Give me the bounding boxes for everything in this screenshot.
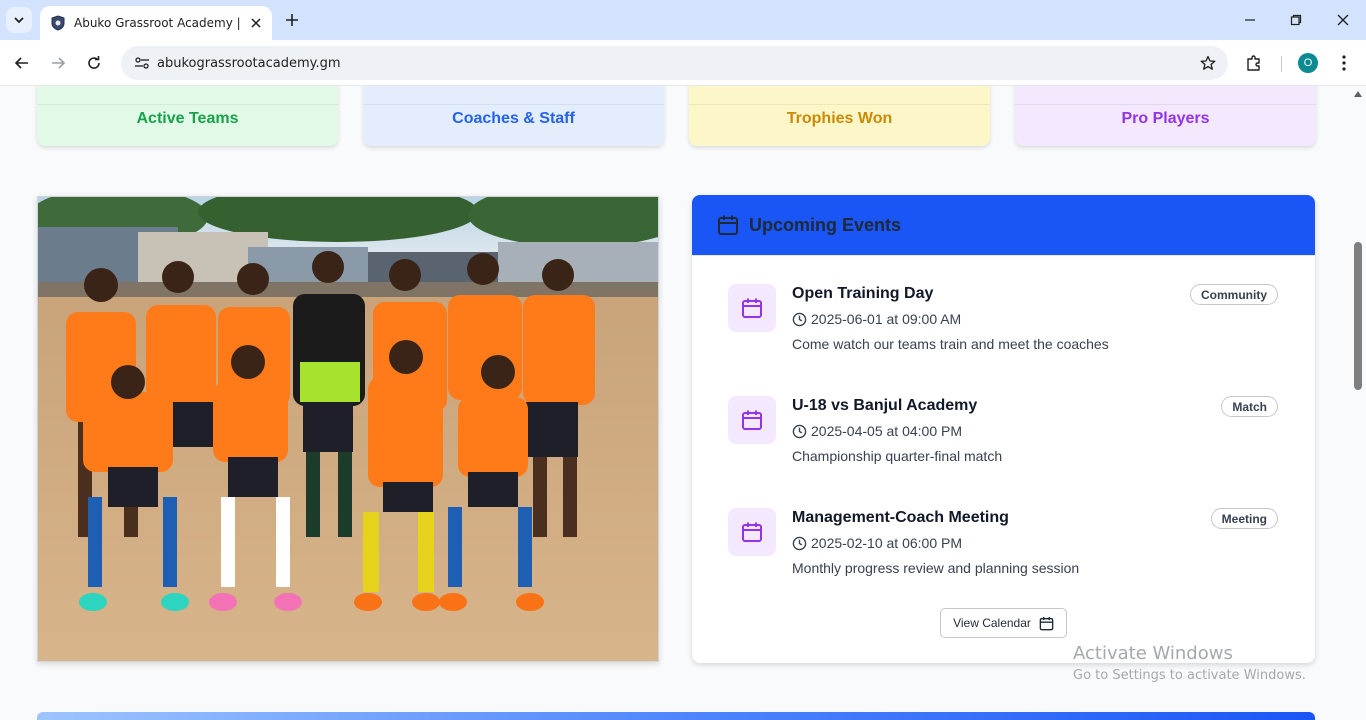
team-photo bbox=[37, 196, 659, 662]
scroll-up-arrow-icon[interactable] bbox=[1353, 89, 1363, 99]
event-calendar-icon bbox=[728, 508, 776, 556]
new-tab-button[interactable] bbox=[282, 10, 302, 30]
upcoming-events-panel: Upcoming Events Open Training Day 2025-0… bbox=[692, 195, 1315, 663]
event-title: Open Training Day bbox=[792, 285, 934, 302]
minimize-button[interactable] bbox=[1238, 8, 1262, 32]
calendar-icon bbox=[1039, 616, 1054, 630]
stat-label: Coaches & Staff bbox=[452, 110, 575, 127]
chevron-down-icon bbox=[14, 17, 24, 24]
event-time-text: 2025-02-10 at 06:00 PM bbox=[811, 535, 962, 551]
browser-toolbar: abukograssrootacademy.gm O bbox=[0, 40, 1366, 86]
extensions-icon[interactable] bbox=[1243, 52, 1265, 74]
clock-icon bbox=[792, 424, 807, 438]
back-button[interactable] bbox=[10, 51, 34, 75]
stat-card-active-teams: Active Teams bbox=[37, 86, 338, 146]
stat-card-pro-players: Pro Players bbox=[1015, 86, 1316, 146]
event-calendar-icon bbox=[728, 284, 776, 332]
stat-card-coaches-staff: Coaches & Staff bbox=[363, 86, 664, 146]
tab-title: Abuko Grassroot Academy | Football bbox=[74, 16, 244, 30]
reload-icon bbox=[88, 56, 100, 69]
tab-list-button[interactable] bbox=[6, 7, 32, 33]
view-calendar-label: View Calendar bbox=[953, 616, 1031, 630]
shield-favicon-icon bbox=[50, 15, 66, 31]
url-text[interactable]: abukograssrootacademy.gm bbox=[157, 56, 341, 71]
bookmark-star-icon[interactable] bbox=[1198, 53, 1218, 73]
stat-label: Active Teams bbox=[136, 110, 239, 127]
address-bar[interactable]: abukograssrootacademy.gm bbox=[121, 46, 1228, 80]
next-section-banner bbox=[37, 712, 1315, 720]
plus-icon bbox=[286, 14, 298, 26]
watermark-subtitle: Go to Settings to activate Windows. bbox=[1073, 668, 1306, 683]
events-title: Upcoming Events bbox=[749, 214, 902, 235]
event-time: 2025-02-10 at 06:00 PM bbox=[792, 535, 962, 551]
forward-arrow-icon bbox=[52, 57, 66, 69]
view-calendar-button[interactable]: View Calendar bbox=[940, 608, 1067, 638]
events-header: Upcoming Events bbox=[692, 195, 1315, 256]
calendar-icon bbox=[718, 215, 738, 235]
close-window-button[interactable] bbox=[1331, 8, 1355, 32]
event-badge: Match bbox=[1221, 396, 1278, 417]
minimize-icon bbox=[1245, 19, 1255, 21]
back-arrow-icon bbox=[14, 57, 28, 69]
event-description: Monthly progress review and planning ses… bbox=[792, 560, 1080, 576]
scroll-thumb[interactable] bbox=[1354, 242, 1362, 390]
event-item[interactable]: Open Training Day 2025-06-01 at 09:00 AM… bbox=[728, 284, 1278, 374]
clock-icon bbox=[792, 536, 807, 550]
active-tab[interactable]: Abuko Grassroot Academy | Football bbox=[40, 6, 272, 40]
event-time: 2025-06-01 at 09:00 AM bbox=[792, 311, 961, 327]
event-description: Come watch our teams train and meet the … bbox=[792, 336, 1109, 352]
page-viewport: Active Teams Coaches & Staff Trophies Wo… bbox=[0, 86, 1350, 720]
event-badge: Community bbox=[1190, 284, 1278, 305]
reload-button[interactable] bbox=[82, 51, 106, 75]
event-calendar-icon bbox=[728, 396, 776, 444]
event-item[interactable]: Management-Coach Meeting 2025-02-10 at 0… bbox=[728, 508, 1278, 598]
restore-button[interactable] bbox=[1284, 8, 1308, 32]
site-settings-icon[interactable] bbox=[131, 52, 153, 74]
toolbar-divider bbox=[1281, 56, 1282, 72]
page-scrollbar[interactable] bbox=[1350, 86, 1366, 720]
forward-button[interactable] bbox=[46, 51, 70, 75]
event-time: 2025-04-05 at 04:00 PM bbox=[792, 423, 962, 439]
watermark-title: Activate Windows bbox=[1073, 643, 1233, 664]
event-time-text: 2025-06-01 at 09:00 AM bbox=[811, 311, 962, 327]
profile-avatar[interactable]: O bbox=[1298, 53, 1318, 73]
event-title: Management-Coach Meeting bbox=[792, 509, 1009, 526]
stat-label: Pro Players bbox=[1121, 110, 1210, 127]
stat-label: Trophies Won bbox=[786, 110, 893, 127]
browser-tab-bar: Abuko Grassroot Academy | Football bbox=[0, 0, 1366, 40]
close-window-icon bbox=[1337, 14, 1349, 26]
close-icon bbox=[251, 18, 261, 28]
kebab-menu-icon[interactable] bbox=[1334, 52, 1354, 74]
stat-card-trophies-won: Trophies Won bbox=[689, 86, 990, 146]
clock-icon bbox=[792, 312, 807, 326]
event-time-text: 2025-04-05 at 04:00 PM bbox=[811, 423, 962, 439]
activate-windows-watermark: Activate Windows Go to Settings to activ… bbox=[1073, 643, 1306, 683]
tab-close-button[interactable] bbox=[248, 15, 264, 31]
event-badge: Meeting bbox=[1210, 508, 1278, 529]
event-title: U-18 vs Banjul Academy bbox=[792, 397, 978, 414]
event-description: Championship quarter-final match bbox=[792, 448, 1003, 464]
restore-icon bbox=[1290, 14, 1302, 26]
event-item[interactable]: U-18 vs Banjul Academy 2025-04-05 at 04:… bbox=[728, 396, 1278, 486]
